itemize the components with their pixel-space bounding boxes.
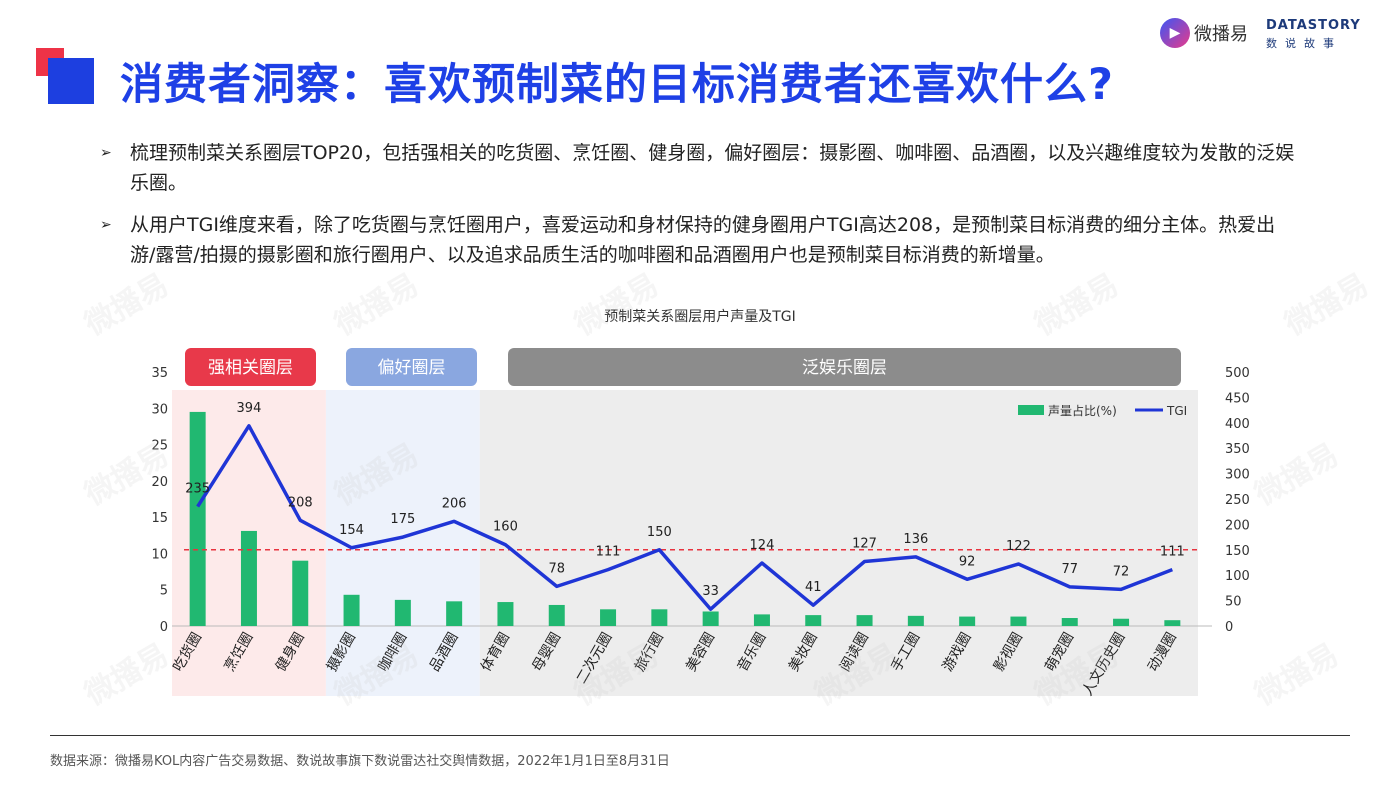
y-right-tick: 50 xyxy=(1225,595,1242,610)
y-right-tick: 350 xyxy=(1225,442,1250,457)
tgi-data-label: 150 xyxy=(647,525,672,540)
tgi-data-label: 41 xyxy=(805,580,822,595)
tgi-data-label: 92 xyxy=(959,554,976,569)
y-left-tick: 20 xyxy=(151,475,168,490)
bar-母婴圈 xyxy=(548,604,565,626)
tgi-data-label: 208 xyxy=(288,495,313,510)
y-right-tick: 300 xyxy=(1225,468,1250,483)
bar-手工圈 xyxy=(907,615,924,626)
y-left-tick: 35 xyxy=(151,366,168,381)
y-left-tick: 30 xyxy=(151,402,168,417)
group-label-1: 偏好圈层 xyxy=(378,358,446,378)
y-right-tick: 450 xyxy=(1225,391,1250,406)
tgi-data-label: 111 xyxy=(1160,545,1185,560)
y-left-tick: 15 xyxy=(151,511,168,526)
bar-体育圈 xyxy=(497,602,514,626)
legend-bar-label: 声量占比(%) xyxy=(1048,403,1117,418)
y-left-tick: 0 xyxy=(160,620,168,635)
tgi-data-label: 78 xyxy=(548,561,565,576)
tgi-data-label: 122 xyxy=(1006,539,1031,554)
bar-游戏圈 xyxy=(959,616,976,626)
legend-line-label: TGI xyxy=(1166,404,1187,418)
bar-品酒圈 xyxy=(446,601,463,626)
bar-吃货圈 xyxy=(189,411,206,626)
bar-萌宠圈 xyxy=(1061,618,1078,626)
data-source-note: 数据来源：微播易KOL内容广告交易数据、数说故事旗下数说雷达社交舆情数据，202… xyxy=(50,754,670,769)
tgi-data-label: 124 xyxy=(750,538,775,553)
bar-健身圈 xyxy=(292,560,309,626)
bar-美妆圈 xyxy=(805,615,822,626)
y-right-tick: 0 xyxy=(1225,620,1233,635)
group-band-2 xyxy=(479,390,1198,696)
tgi-data-label: 72 xyxy=(1113,564,1130,579)
bar-二次元圈 xyxy=(600,609,617,626)
tgi-data-label: 175 xyxy=(390,512,415,527)
y-right-tick: 150 xyxy=(1225,544,1250,559)
legend-bar-swatch xyxy=(1018,405,1044,415)
bar-影视圈 xyxy=(1010,616,1027,626)
tgi-data-label: 77 xyxy=(1061,562,1078,577)
bar-咖啡圈 xyxy=(394,599,411,626)
tgi-data-label: 160 xyxy=(493,520,518,535)
bar-旅行圈 xyxy=(651,609,668,626)
y-left-tick: 25 xyxy=(151,439,168,454)
tgi-data-label: 136 xyxy=(903,532,928,547)
bar-动漫圈 xyxy=(1164,620,1181,626)
bar-摄影圈 xyxy=(343,594,360,626)
bar-人文历史圈 xyxy=(1113,618,1130,626)
tgi-data-label: 127 xyxy=(852,536,877,551)
tgi-data-label: 206 xyxy=(442,496,467,511)
bar-音乐圈 xyxy=(753,614,770,626)
tgi-data-label: 33 xyxy=(702,584,719,599)
bar-阅读圈 xyxy=(856,615,873,626)
y-left-tick: 5 xyxy=(160,584,168,599)
bar-美容圈 xyxy=(702,611,719,626)
y-left-tick: 10 xyxy=(151,547,168,562)
tgi-data-label: 154 xyxy=(339,523,364,538)
tgi-bar-line-chart: 强相关圈层 偏好圈层 泛娱乐圈层05101520253035050100150200… xyxy=(151,348,1250,699)
tgi-data-label: 111 xyxy=(596,545,621,560)
y-right-tick: 400 xyxy=(1225,417,1250,432)
group-label-0: 强相关圈层 xyxy=(208,358,293,378)
y-right-tick: 100 xyxy=(1225,569,1250,584)
group-label-2: 泛娱乐圈层 xyxy=(802,358,887,378)
y-right-tick: 500 xyxy=(1225,366,1250,381)
footer-divider xyxy=(50,735,1350,736)
y-right-tick: 200 xyxy=(1225,518,1250,533)
bar-烹饪圈 xyxy=(240,530,257,626)
tgi-data-label: 394 xyxy=(237,401,262,416)
y-right-tick: 250 xyxy=(1225,493,1250,508)
tgi-data-label: 235 xyxy=(185,482,210,497)
